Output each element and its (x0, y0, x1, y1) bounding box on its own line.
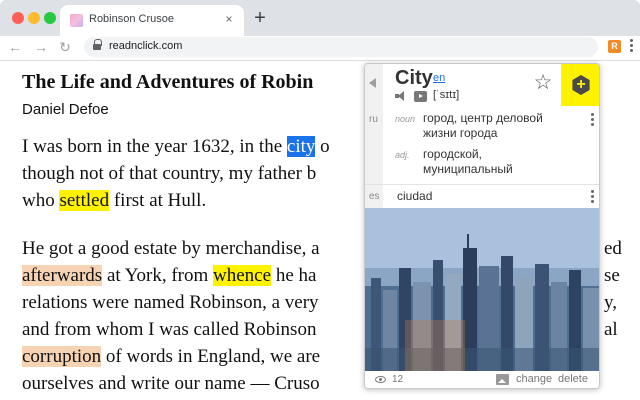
popup-word: City (395, 67, 433, 89)
text-run: who (22, 190, 60, 211)
city-skyline-image (365, 208, 599, 371)
book-title: The Life and Adventures of Robin (22, 71, 314, 93)
tab-close-icon[interactable]: × (222, 12, 236, 26)
word-image (365, 208, 599, 371)
translation-line: городской, (423, 147, 482, 161)
highlighted-word[interactable]: settled (59, 190, 110, 211)
paragraph-2: He got a good estate by merchandise, a a… (22, 235, 320, 397)
text-run: first at Hull. (109, 190, 207, 211)
selected-word[interactable]: city (286, 136, 316, 157)
book-author: Daniel Defoe (22, 101, 109, 118)
line-ending: al (604, 319, 618, 340)
delete-image-link[interactable]: delete (558, 373, 588, 385)
text-line: ourselves and write our name — Cruso (22, 373, 320, 394)
more-options-icon[interactable] (590, 113, 594, 127)
new-tab-button[interactable]: + (250, 8, 270, 28)
menu-icon[interactable] (628, 39, 634, 55)
translation-text[interactable]: городской, муниципальный (423, 147, 513, 177)
text-line: and from whom I was called Robinson (22, 319, 317, 340)
transcription: [ˈsɪtɪ] (433, 89, 460, 101)
address-bar[interactable]: readnclick.com (84, 37, 598, 57)
part-of-speech: adj. (395, 150, 410, 160)
browser-titlebar: Robinson Crusoe × + (0, 0, 640, 36)
text-line: though not of that country, my father b (22, 163, 317, 184)
paragraph-1: I was born in the year 1632, in the city… (22, 133, 330, 214)
change-image-link[interactable]: change (516, 373, 552, 385)
translation-text[interactable]: город, центр деловой жизни города (423, 111, 543, 141)
translation-line: муниципальный (423, 162, 513, 176)
maximize-window-button[interactable] (44, 12, 56, 24)
highlighted-word[interactable]: afterwards (22, 265, 103, 286)
speaker-icon[interactable] (395, 91, 407, 101)
reload-button[interactable]: ↻ (56, 38, 74, 56)
text-run: he ha (271, 265, 317, 286)
favicon-icon (70, 14, 83, 27)
browser-toolbar: ← → ↻ readnclick.com R (0, 36, 640, 61)
text-run: o (315, 136, 330, 157)
highlighted-word[interactable]: corruption (22, 346, 102, 367)
browser-tab[interactable]: Robinson Crusoe × (60, 5, 244, 36)
text-run: at York, from (102, 265, 214, 286)
lang-tag-ru: ru (369, 114, 378, 125)
forward-button[interactable]: → (32, 38, 50, 56)
close-window-button[interactable] (12, 12, 24, 24)
word-language-link[interactable]: en (433, 72, 445, 84)
text-run: I was born in the year 1632, in the (22, 136, 287, 157)
text-run: of words in England, we are (101, 346, 321, 367)
text-line: relations were named Robinson, a very (22, 292, 319, 313)
popup-footer: 12 change delete (365, 371, 599, 388)
back-button[interactable]: ← (6, 38, 24, 56)
back-arrow-icon[interactable] (369, 78, 376, 88)
divider (365, 184, 599, 185)
part-of-speech: noun (395, 114, 416, 124)
lang-tag-es: es (369, 191, 380, 202)
text-line: He got a good estate by merchandise, a (22, 238, 320, 259)
add-word-button[interactable]: + (561, 64, 599, 106)
more-options-icon[interactable] (590, 190, 594, 204)
popup-side-panel (365, 64, 383, 208)
translation-line: город, центр деловой (423, 111, 543, 125)
add-word-icon: + (572, 75, 590, 95)
line-ending: ed (604, 238, 622, 259)
extension-icon[interactable]: R (608, 40, 621, 53)
translation-line: жизни города (423, 126, 498, 140)
url-text[interactable]: readnclick.com (109, 40, 182, 52)
line-ending: se (604, 265, 620, 286)
minimize-window-button[interactable] (28, 12, 40, 24)
image-icon (496, 374, 509, 385)
star-icon[interactable]: ☆ (532, 72, 554, 94)
lock-icon (93, 39, 102, 51)
highlighted-word[interactable]: whence (213, 265, 272, 286)
translation-popup: City en [ˈsɪtɪ] ☆ + ru noun город, центр… (364, 63, 600, 389)
view-count: 12 (392, 374, 404, 385)
translation-text[interactable]: ciudad (397, 189, 432, 203)
tab-title: Robinson Crusoe (89, 13, 174, 25)
video-icon[interactable] (414, 91, 427, 102)
eye-icon (375, 376, 386, 383)
line-ending: y, (604, 292, 618, 313)
